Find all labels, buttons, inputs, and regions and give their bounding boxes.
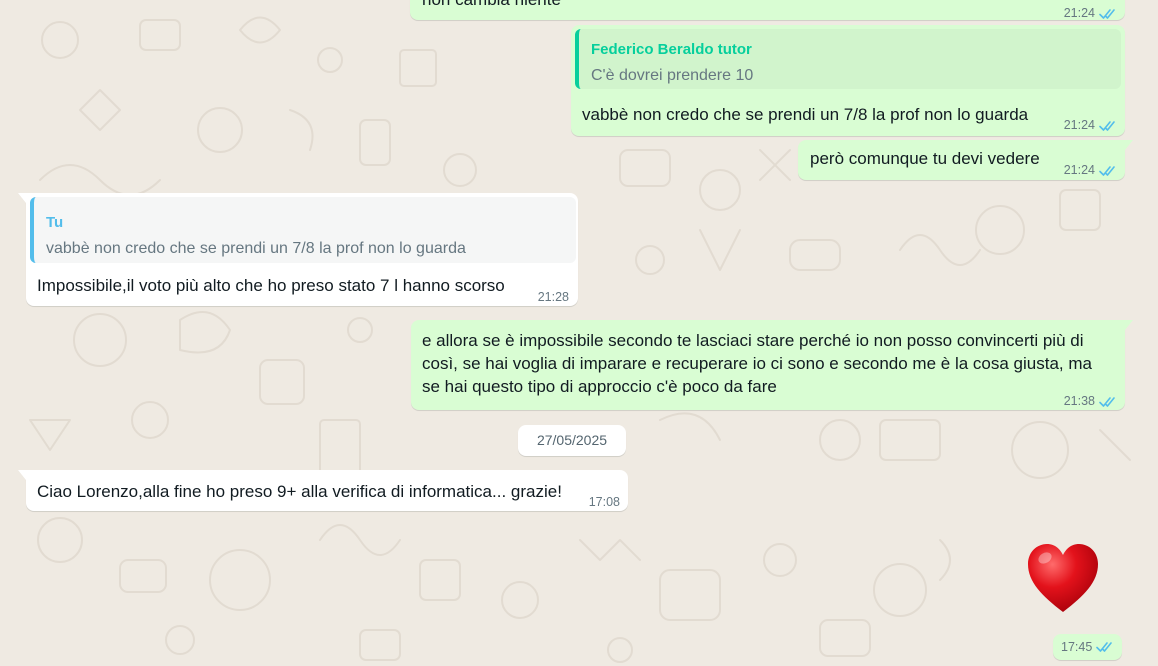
message-meta: 17:45 (1053, 634, 1123, 660)
message-meta: 21:28 (538, 286, 569, 309)
message-meta: 21:24 (1064, 114, 1117, 137)
double-check-read-icon (1099, 165, 1117, 177)
double-check-read-icon (1099, 8, 1117, 20)
quoted-author: Tu (46, 214, 64, 231)
quoted-text: C'è dovrei prendere 10 (591, 67, 754, 84)
message-meta: 21:24 (1064, 2, 1117, 25)
message-meta: 17:08 (589, 491, 620, 514)
message-time: 21:24 (1063, 6, 1095, 20)
bubble-tail (18, 193, 26, 203)
message-time: 21:28 (537, 290, 569, 304)
message-outgoing[interactable]: non cambia niente 21:24 (410, 0, 1125, 20)
message-time: 21:24 (1063, 118, 1095, 132)
message-text: Impossibile,il voto più alto che ho pres… (37, 276, 505, 295)
message-outgoing[interactable]: Federico Beraldo tutor C'è dovrei prende… (571, 25, 1125, 136)
message-incoming[interactable]: Tu vabbè non credo che se prendi un 7/8 … (26, 193, 578, 306)
message-meta: 21:38 (1064, 390, 1117, 413)
date-separator: 27/05/2025 (518, 425, 626, 456)
message-time: 17:08 (588, 495, 620, 509)
quoted-message[interactable]: Federico Beraldo tutor C'è dovrei prende… (575, 29, 1121, 89)
bubble-tail (18, 470, 26, 480)
message-time: 21:24 (1063, 163, 1095, 177)
message-outgoing[interactable]: e allora se è impossibile secondo te las… (411, 320, 1125, 410)
message-text: però comunque tu devi vedere (810, 149, 1040, 168)
heart-emoji[interactable] (1024, 540, 1102, 618)
quoted-message[interactable]: Tu vabbè non credo che se prendi un 7/8 … (30, 197, 576, 263)
message-time: 17:45 (1061, 640, 1093, 654)
message-outgoing[interactable]: però comunque tu devi vedere 21:24 (798, 140, 1125, 180)
message-text: vabbè non credo che se prendi un 7/8 la … (582, 105, 1029, 124)
message-text: e allora se è impossibile secondo te las… (422, 331, 1092, 396)
message-meta: 21:24 (1064, 159, 1117, 182)
quoted-author: Federico Beraldo tutor (591, 41, 752, 58)
message-text: non cambia niente (422, 0, 561, 11)
quoted-text: vabbè non credo che se prendi un 7/8 la … (46, 240, 466, 257)
double-check-read-icon (1096, 641, 1114, 653)
message-incoming[interactable]: Ciao Lorenzo,alla fine ho preso 9+ alla … (26, 470, 628, 511)
bubble-tail (1125, 140, 1133, 150)
double-check-read-icon (1099, 396, 1117, 408)
message-text: Ciao Lorenzo,alla fine ho preso 9+ alla … (37, 482, 562, 501)
double-check-read-icon (1099, 120, 1117, 132)
message-time: 21:38 (1063, 394, 1095, 408)
bubble-tail (1125, 320, 1133, 330)
